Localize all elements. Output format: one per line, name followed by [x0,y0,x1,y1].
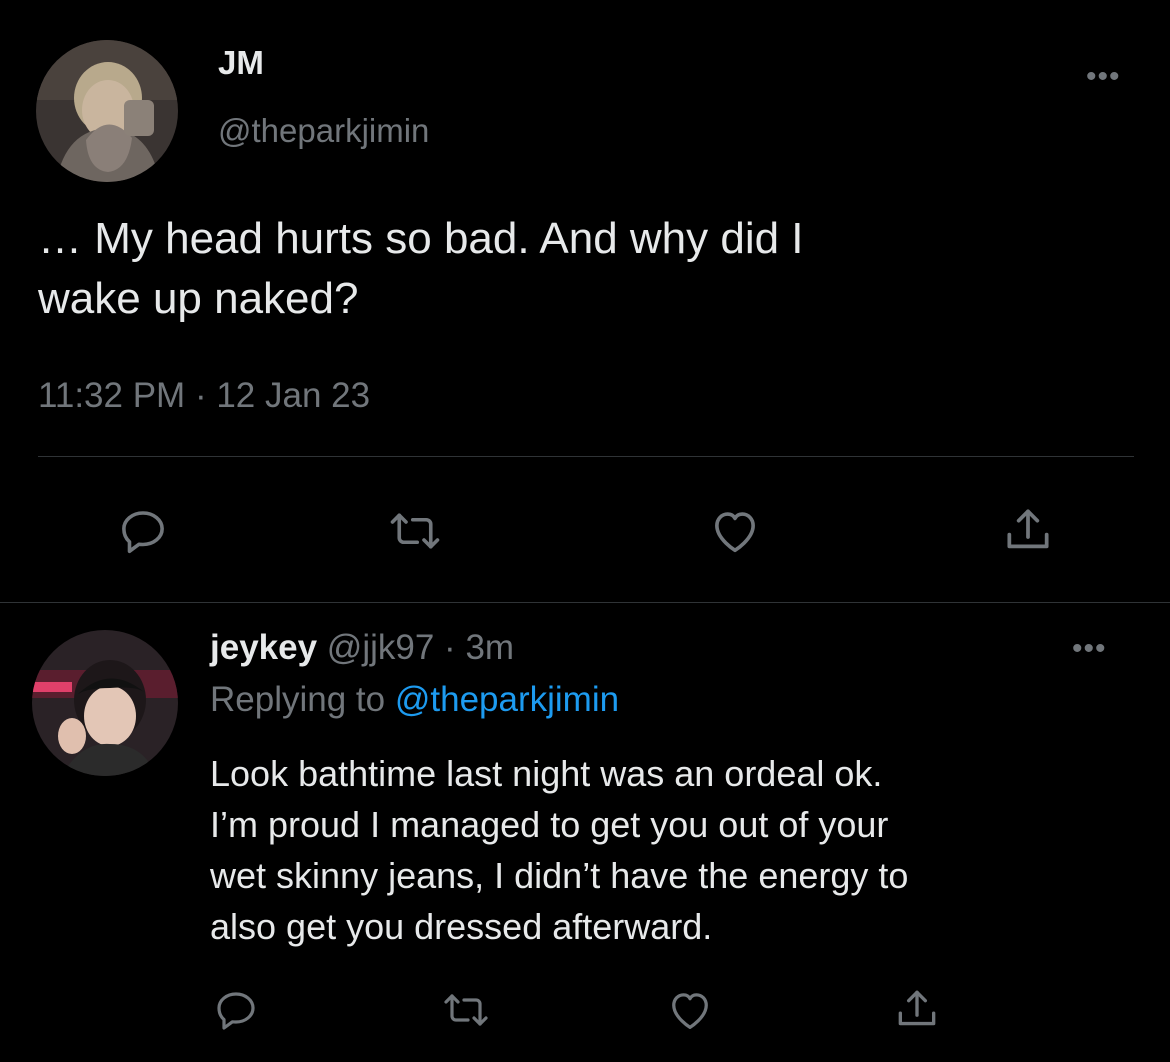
main-reply-button[interactable] [116,504,170,558]
retweet-arrows-icon [444,994,488,1026]
replying-to-label: Replying to [210,680,386,719]
replying-to-handle-link[interactable]: @theparkjimin [395,680,619,719]
reply-bubble-icon [122,511,164,554]
reply-bubble-icon [217,992,255,1030]
main-tweet-display-name[interactable]: JM [218,44,264,82]
main-tweet-date: 12 Jan 23 [216,376,371,415]
reply-tweet-more-button[interactable]: ••• [1072,634,1107,664]
heart-icon [672,993,708,1029]
main-share-button[interactable] [1000,502,1056,558]
reply-tweet-avatar[interactable] [32,630,178,776]
main-like-button[interactable] [706,502,764,560]
reply-like-button[interactable] [664,984,716,1036]
main-tweet-timestamp[interactable]: 11:32 PM · 12 Jan 23 [38,376,370,416]
heart-icon [715,512,755,553]
main-tweet-text-line-2: wake up naked? [38,274,359,323]
main-tweet-handle[interactable]: @theparkjimin [218,112,429,150]
more-dots-icon: ••• [1086,60,1121,93]
reply-tweet-separator: · [444,628,456,667]
main-retweet-button[interactable] [388,504,442,558]
reply-tweet-age[interactable]: 3m [465,628,514,667]
reply-reply-button[interactable] [212,986,260,1034]
reply-share-button[interactable] [892,984,942,1034]
reply-tweet-text: Look bathtime last night was an ordeal o… [210,748,908,952]
main-tweet-more-button[interactable]: ••• [1086,62,1121,92]
main-tweet-separator: · [194,376,207,415]
thread-divider [0,602,1170,603]
reply-text-line: I’m proud I managed to get you out of yo… [210,804,889,845]
reply-text-line: Look bathtime last night was an ordeal o… [210,753,883,794]
more-dots-icon: ••• [1072,632,1107,665]
reply-tweet-display-name[interactable]: jeykey [210,628,317,667]
reply-retweet-button[interactable] [442,986,490,1034]
share-upload-icon [1007,509,1049,549]
main-tweet-divider [38,456,1134,457]
share-upload-icon [898,990,936,1026]
reply-tweet-header: jeykey @jjk97 · 3m [210,628,514,668]
main-tweet-text-line-1: … My head hurts so bad. And why did I [38,214,804,263]
main-tweet-time: 11:32 PM [38,376,186,415]
reply-tweet-handle[interactable]: @jjk97 [327,628,435,667]
retweet-arrows-icon [390,513,440,549]
reply-tweet-replying-to: Replying to @theparkjimin [210,680,619,720]
main-tweet-avatar[interactable] [36,40,178,182]
reply-text-line: wet skinny jeans, I didn’t have the ener… [210,855,909,896]
reply-text-line: also get you dressed afterward. [210,906,713,947]
